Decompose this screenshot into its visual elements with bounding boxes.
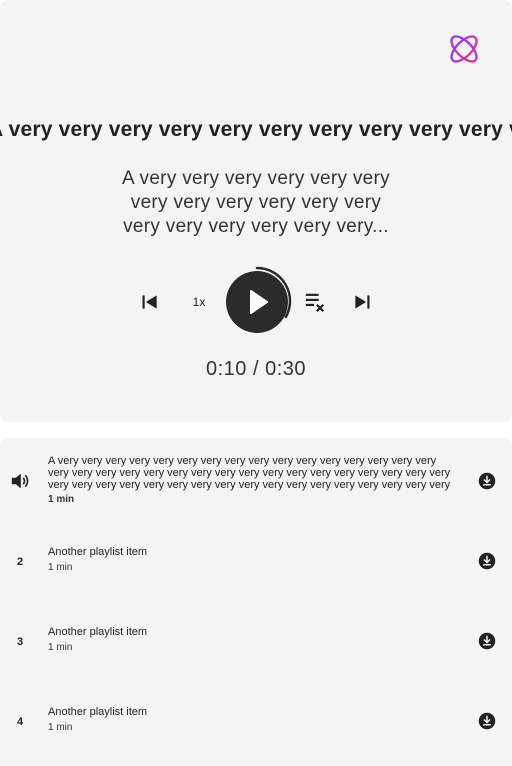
playlist-item-index: 3 <box>16 636 24 648</box>
playlist-item-duration: 1 min <box>48 722 73 733</box>
download-icon[interactable] <box>478 472 496 490</box>
clear-queue-button[interactable] <box>303 290 327 314</box>
time-display: 0:10 / 0:30 <box>205 358 307 380</box>
description-line: very very very very very very <box>130 192 382 213</box>
description-line: very very very very very very... <box>123 216 389 237</box>
skip-next-icon <box>355 295 370 309</box>
playlist-item-title: Another playlist item <box>48 546 148 558</box>
play-button[interactable] <box>226 271 288 333</box>
playlist-item-title: A very very very very very very very ver… <box>48 455 451 491</box>
download-icon[interactable] <box>478 632 496 650</box>
description-line: A very very very very very very <box>122 168 390 189</box>
playlist-item-title: Another playlist item <box>48 626 148 638</box>
playlist-item-duration: 1 min <box>48 494 75 505</box>
next-button[interactable] <box>350 290 374 314</box>
playlist-item-index: 2 <box>16 556 24 568</box>
previous-button[interactable] <box>138 290 162 314</box>
playlist-remove-icon <box>305 293 325 312</box>
volume-icon <box>11 473 29 489</box>
track-title: A very very very very very very very ver… <box>0 118 512 141</box>
playlist-item-duration: 1 min <box>48 562 73 573</box>
player-card: A very very very very very very very ver… <box>0 0 512 422</box>
track-title-marquee: A very very very very very very very ver… <box>0 118 512 142</box>
download-icon[interactable] <box>478 552 496 570</box>
track-description: A very very very very very very very ver… <box>100 167 412 239</box>
playback-speed-button[interactable]: 1x <box>186 292 212 312</box>
playlist-item[interactable]: 4 Another playlist item 1 min <box>0 678 512 758</box>
playlist-item-index: 4 <box>16 716 24 728</box>
playlist-item-duration: 1 min <box>48 642 73 653</box>
play-icon <box>250 290 268 314</box>
play-button-wrapper[interactable] <box>221 266 293 336</box>
playback-controls: 1x <box>0 266 512 336</box>
app-logo <box>450 35 478 63</box>
download-icon[interactable] <box>478 712 496 730</box>
playlist-item[interactable]: 2 Another playlist item 1 min <box>0 518 512 598</box>
playlist-item-title: Another playlist item <box>48 706 148 718</box>
playlist: A very very very very very very very ver… <box>0 438 512 766</box>
playlist-item[interactable]: 3 Another playlist item 1 min <box>0 598 512 678</box>
playlist-item[interactable]: A very very very very very very very ver… <box>0 438 512 518</box>
skip-previous-icon <box>142 295 157 309</box>
